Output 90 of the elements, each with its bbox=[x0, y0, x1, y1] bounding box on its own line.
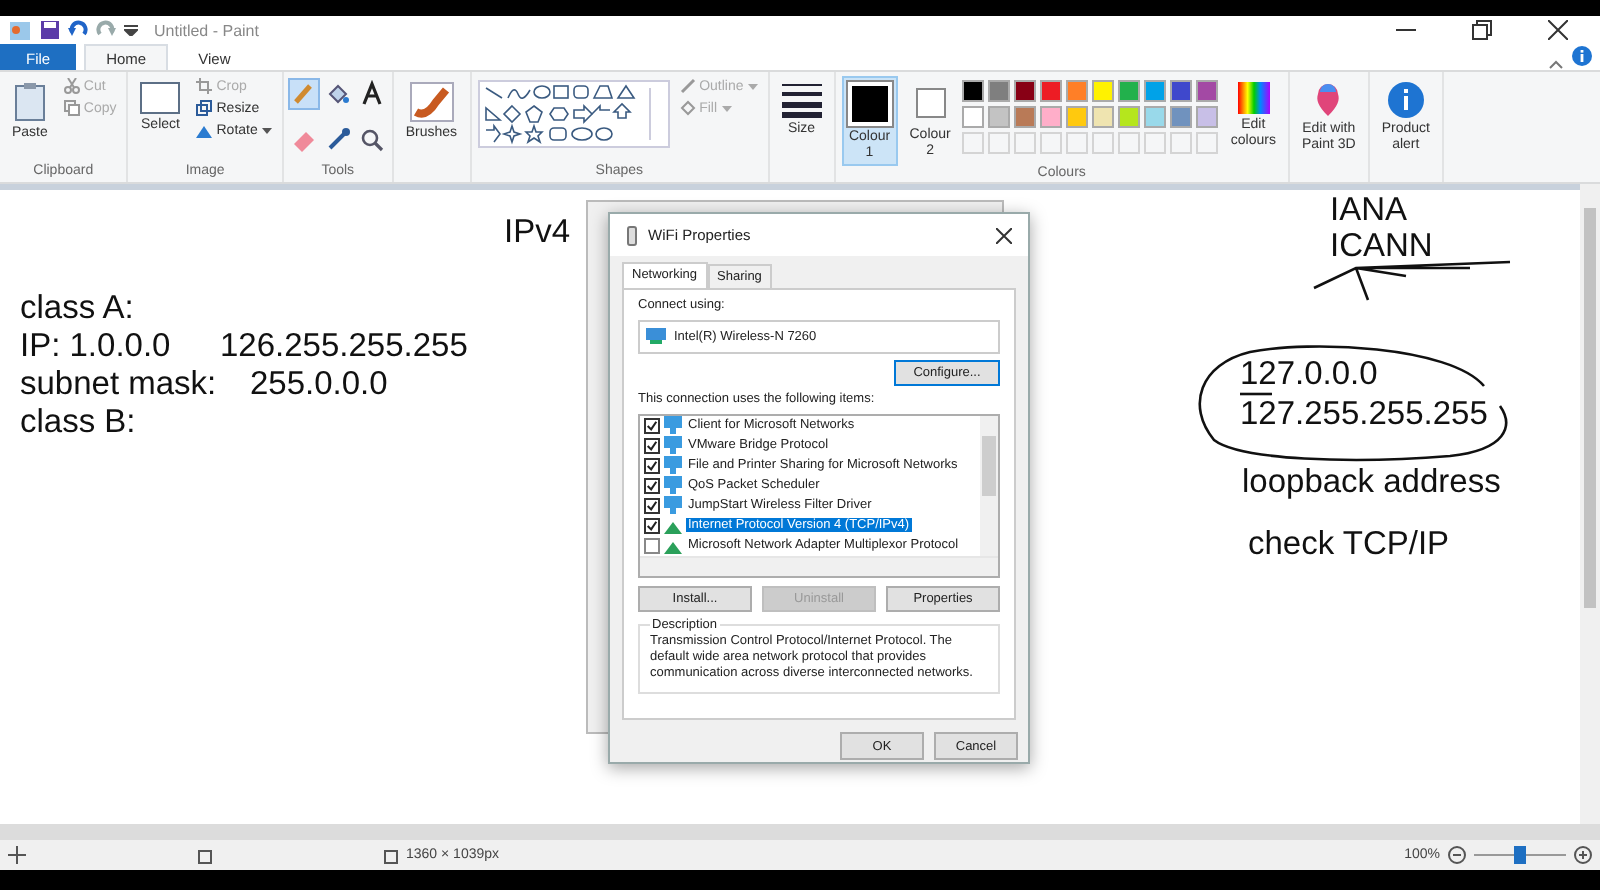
colour-swatch[interactable] bbox=[1092, 80, 1115, 102]
network-computer-icon bbox=[664, 496, 682, 515]
window-title: Untitled - Paint bbox=[154, 21, 259, 39]
caret-icon bbox=[261, 127, 272, 133]
checkbox[interactable] bbox=[644, 457, 660, 474]
canvas-text: subnet mask: bbox=[20, 366, 217, 403]
colour-swatch[interactable] bbox=[1144, 106, 1167, 128]
dropdown-caret-icon[interactable] bbox=[124, 24, 138, 36]
colour-swatch[interactable] bbox=[1066, 106, 1089, 128]
zoom-out-icon[interactable] bbox=[1448, 846, 1466, 864]
colour-swatch[interactable] bbox=[1066, 80, 1089, 102]
network-computer-icon bbox=[664, 476, 682, 495]
text-tool-icon[interactable] bbox=[357, 80, 386, 108]
redo-icon[interactable] bbox=[96, 20, 116, 40]
network-computer-icon bbox=[664, 456, 682, 475]
canvas-text: 127.255.255.255 bbox=[1240, 398, 1488, 431]
canvas-text: IANA bbox=[1330, 192, 1408, 229]
checkbox[interactable] bbox=[644, 497, 660, 514]
selection-size-icon bbox=[194, 846, 212, 864]
rotate-icon bbox=[196, 122, 213, 138]
cursor-position-icon bbox=[8, 846, 26, 864]
brush-icon bbox=[409, 82, 454, 122]
selection-rectangle-icon bbox=[140, 82, 181, 114]
clipboard-icon bbox=[13, 82, 46, 122]
vertical-scrollbar[interactable] bbox=[1580, 184, 1600, 824]
copy-icon bbox=[63, 100, 80, 116]
colour-swatch[interactable] bbox=[1118, 106, 1141, 128]
network-computer-icon bbox=[664, 416, 682, 435]
fill-bucket-icon[interactable] bbox=[323, 80, 352, 108]
canvas-text: check TCP/IP bbox=[1248, 526, 1450, 563]
colour-swatch[interactable] bbox=[1092, 106, 1115, 128]
colour-swatch[interactable] bbox=[962, 106, 985, 128]
collapse-ribbon-icon[interactable] bbox=[1548, 58, 1564, 70]
checkbox[interactable] bbox=[644, 537, 660, 554]
canvas-text: ICANN bbox=[1330, 228, 1433, 265]
canvas-text: 255.0.0.0 bbox=[250, 366, 388, 403]
line-width-icon bbox=[781, 82, 822, 118]
info-icon bbox=[1387, 82, 1424, 118]
checkbox[interactable] bbox=[644, 437, 660, 454]
checkbox[interactable] bbox=[644, 517, 660, 534]
colour-swatch[interactable] bbox=[1196, 80, 1219, 102]
colour-swatch[interactable] bbox=[1118, 80, 1141, 102]
network-computer-icon bbox=[664, 436, 682, 455]
save-icon[interactable] bbox=[40, 20, 60, 40]
fill-icon bbox=[679, 100, 696, 116]
colour-swatch[interactable] bbox=[1040, 80, 1063, 102]
horizontal-scrollbar[interactable] bbox=[0, 824, 1600, 840]
colour-swatch[interactable] bbox=[988, 80, 1011, 102]
caret-icon bbox=[721, 105, 732, 111]
undo-icon[interactable] bbox=[68, 20, 88, 40]
canvas-text: IPv4 bbox=[504, 214, 571, 251]
colour-swatch[interactable] bbox=[1040, 106, 1063, 128]
list-scrollbar[interactable] bbox=[980, 415, 998, 556]
canvas-text: class A: bbox=[20, 290, 134, 327]
shapes-gallery-drawing[interactable] bbox=[477, 80, 670, 148]
resize-icon bbox=[196, 100, 213, 116]
network-adapter-icon bbox=[626, 225, 638, 245]
colour-swatch[interactable] bbox=[1170, 106, 1193, 128]
scissors-icon bbox=[63, 78, 80, 94]
canvas-text: loopback address bbox=[1242, 464, 1501, 501]
paint-app-icon bbox=[8, 19, 32, 41]
colour-spectrum-icon bbox=[1237, 82, 1270, 114]
list-horizontal-scrollbar[interactable] bbox=[640, 555, 998, 576]
restore-icon[interactable] bbox=[1472, 20, 1492, 40]
canvas-text: class B: bbox=[20, 404, 136, 441]
magnifier-icon[interactable] bbox=[357, 125, 386, 153]
canvas-text: IP: 1.0.0.0 bbox=[20, 328, 171, 365]
colour-swatch[interactable] bbox=[988, 106, 1011, 128]
crop-icon bbox=[196, 78, 213, 94]
underline-stroke bbox=[1240, 392, 1272, 396]
network-card-icon bbox=[646, 328, 666, 345]
image-size-icon bbox=[380, 846, 398, 864]
colour-swatch[interactable] bbox=[1196, 106, 1219, 128]
pen-outline-icon bbox=[679, 78, 696, 94]
close-icon[interactable] bbox=[996, 227, 1012, 243]
colour-swatch[interactable] bbox=[1144, 80, 1167, 102]
caret-icon bbox=[747, 83, 758, 89]
help-icon[interactable] bbox=[1572, 46, 1592, 66]
canvas-text: 127.0.0.0 bbox=[1240, 358, 1378, 391]
colour-swatch[interactable] bbox=[1014, 80, 1037, 102]
close-icon[interactable] bbox=[1548, 20, 1568, 40]
zoom-in-icon[interactable] bbox=[1574, 846, 1592, 864]
colour-swatch[interactable] bbox=[1170, 80, 1193, 102]
colour-swatch[interactable] bbox=[1014, 106, 1037, 128]
canvas-text: 126.255.255.255 bbox=[220, 328, 468, 365]
color-picker-icon[interactable] bbox=[323, 125, 352, 153]
checkbox[interactable] bbox=[644, 477, 660, 494]
colour-swatch[interactable] bbox=[962, 80, 985, 102]
checkbox[interactable] bbox=[644, 417, 660, 434]
paint-drop-icon bbox=[1312, 82, 1345, 118]
